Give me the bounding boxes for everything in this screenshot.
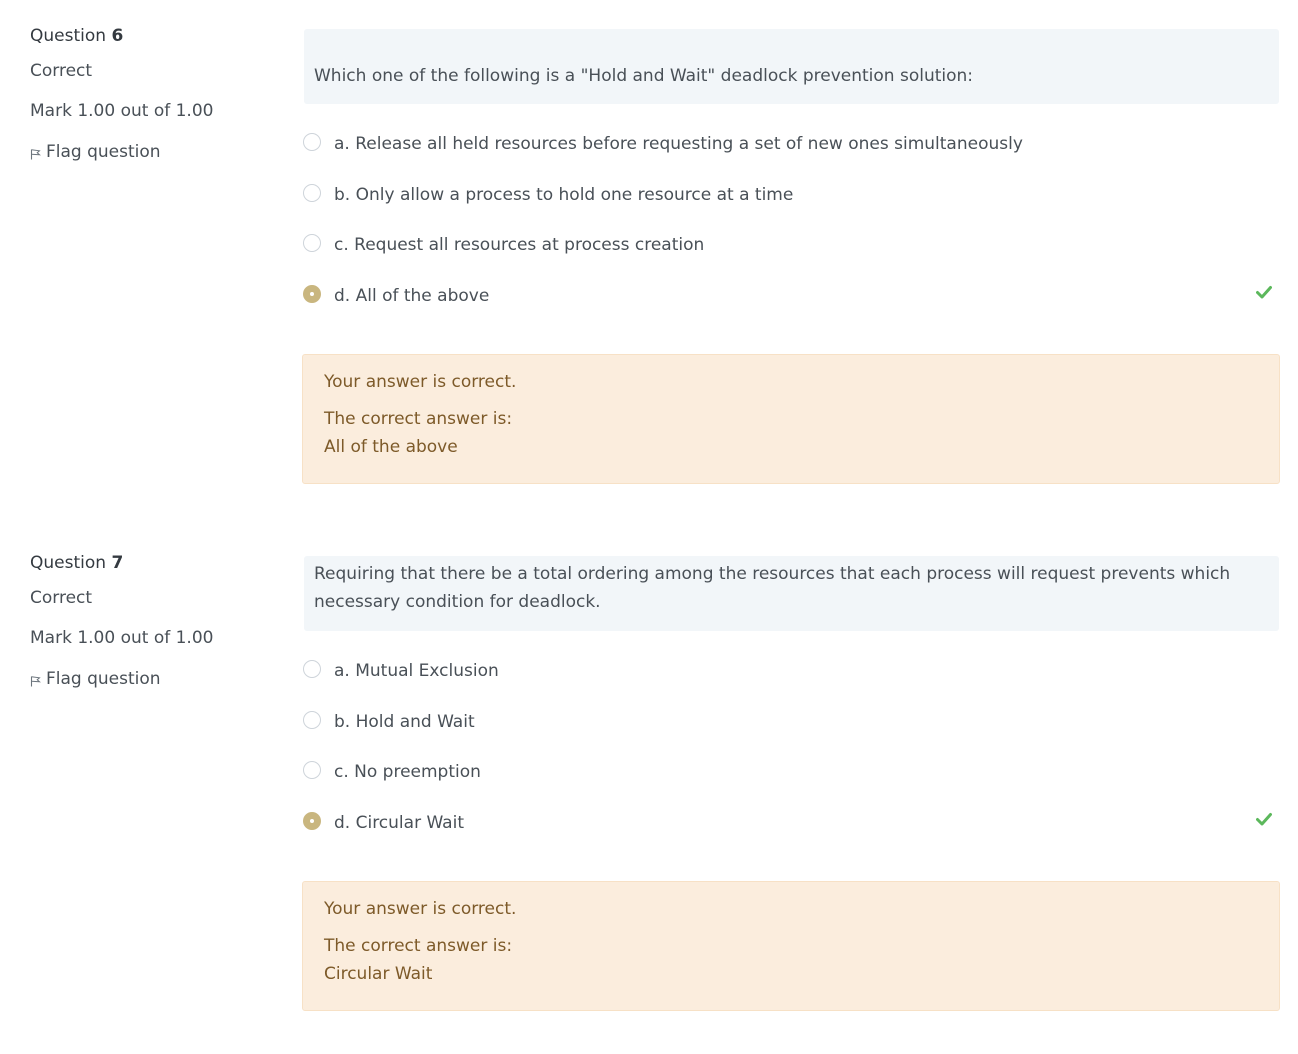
question-number: Question 7 (30, 552, 123, 574)
question-text: Which one of the following is a "Hold an… (304, 29, 1279, 104)
feedback-box: Your answer is correct. The correct answ… (302, 354, 1280, 484)
check-icon (1256, 813, 1272, 826)
flag-icon (30, 676, 41, 687)
question-text-content: Which one of the following is a "Hold an… (314, 66, 974, 86)
answer-option-selected[interactable]: d. Circular Wait (303, 812, 1283, 836)
radio-button[interactable] (303, 711, 321, 729)
flag-question-label: Flag question (46, 142, 161, 162)
question-state: Correct (30, 588, 93, 608)
answer-option[interactable]: a. Release all held resources before req… (303, 133, 1283, 157)
question-number: Question 6 (30, 25, 123, 47)
right-answer-intro: The correct answer is: (324, 409, 513, 429)
answer-option-label[interactable]: a. Mutual Exclusion (334, 660, 499, 682)
right-answer: Circular Wait (324, 964, 433, 984)
answer-option-label[interactable]: d. All of the above (334, 285, 489, 307)
question-text-content: Requiring that there be a total ordering… (314, 564, 1231, 612)
feedback-status: Your answer is correct. (324, 899, 517, 919)
question-grade: Mark 1.00 out of 1.00 (30, 628, 214, 648)
question-grade: Mark 1.00 out of 1.00 (30, 101, 214, 121)
flag-question-label: Flag question (46, 669, 161, 689)
radio-button-checked[interactable] (303, 285, 321, 303)
radio-button[interactable] (303, 184, 321, 202)
question-text: Requiring that there be a total ordering… (304, 556, 1279, 631)
radio-button[interactable] (303, 133, 321, 151)
check-icon (1256, 286, 1272, 299)
answer-option[interactable]: a. Mutual Exclusion (303, 660, 1283, 684)
answer-option-label[interactable]: d. Circular Wait (334, 812, 464, 834)
radio-button[interactable] (303, 761, 321, 779)
answer-option-selected[interactable]: d. All of the above (303, 285, 1283, 309)
flag-question-link[interactable]: Flag question (30, 141, 161, 163)
answer-option-label[interactable]: a. Release all held resources before req… (334, 133, 1023, 155)
feedback-box: Your answer is correct. The correct answ… (302, 881, 1280, 1011)
right-answer: All of the above (324, 437, 458, 457)
radio-button-checked[interactable] (303, 812, 321, 830)
flag-icon (30, 149, 41, 160)
answer-option-label[interactable]: c. Request all resources at process crea… (334, 234, 704, 256)
answer-option[interactable]: b. Only allow a process to hold one reso… (303, 184, 1283, 208)
answer-option-label[interactable]: c. No preemption (334, 761, 481, 783)
answer-option[interactable]: c. Request all resources at process crea… (303, 234, 1283, 258)
radio-button[interactable] (303, 234, 321, 252)
answer-option[interactable]: c. No preemption (303, 761, 1283, 785)
answer-option-label[interactable]: b. Only allow a process to hold one reso… (334, 184, 793, 206)
question-number-value: 6 (111, 26, 124, 46)
question-number-value: 7 (111, 553, 124, 573)
right-answer-intro: The correct answer is: (324, 936, 513, 956)
flag-question-link[interactable]: Flag question (30, 668, 161, 690)
radio-button[interactable] (303, 660, 321, 678)
feedback-status: Your answer is correct. (324, 372, 517, 392)
question-state: Correct (30, 61, 93, 81)
question-label: Question (30, 553, 107, 573)
answer-option[interactable]: b. Hold and Wait (303, 711, 1283, 735)
answer-option-label[interactable]: b. Hold and Wait (334, 711, 475, 733)
question-label: Question (30, 26, 107, 46)
